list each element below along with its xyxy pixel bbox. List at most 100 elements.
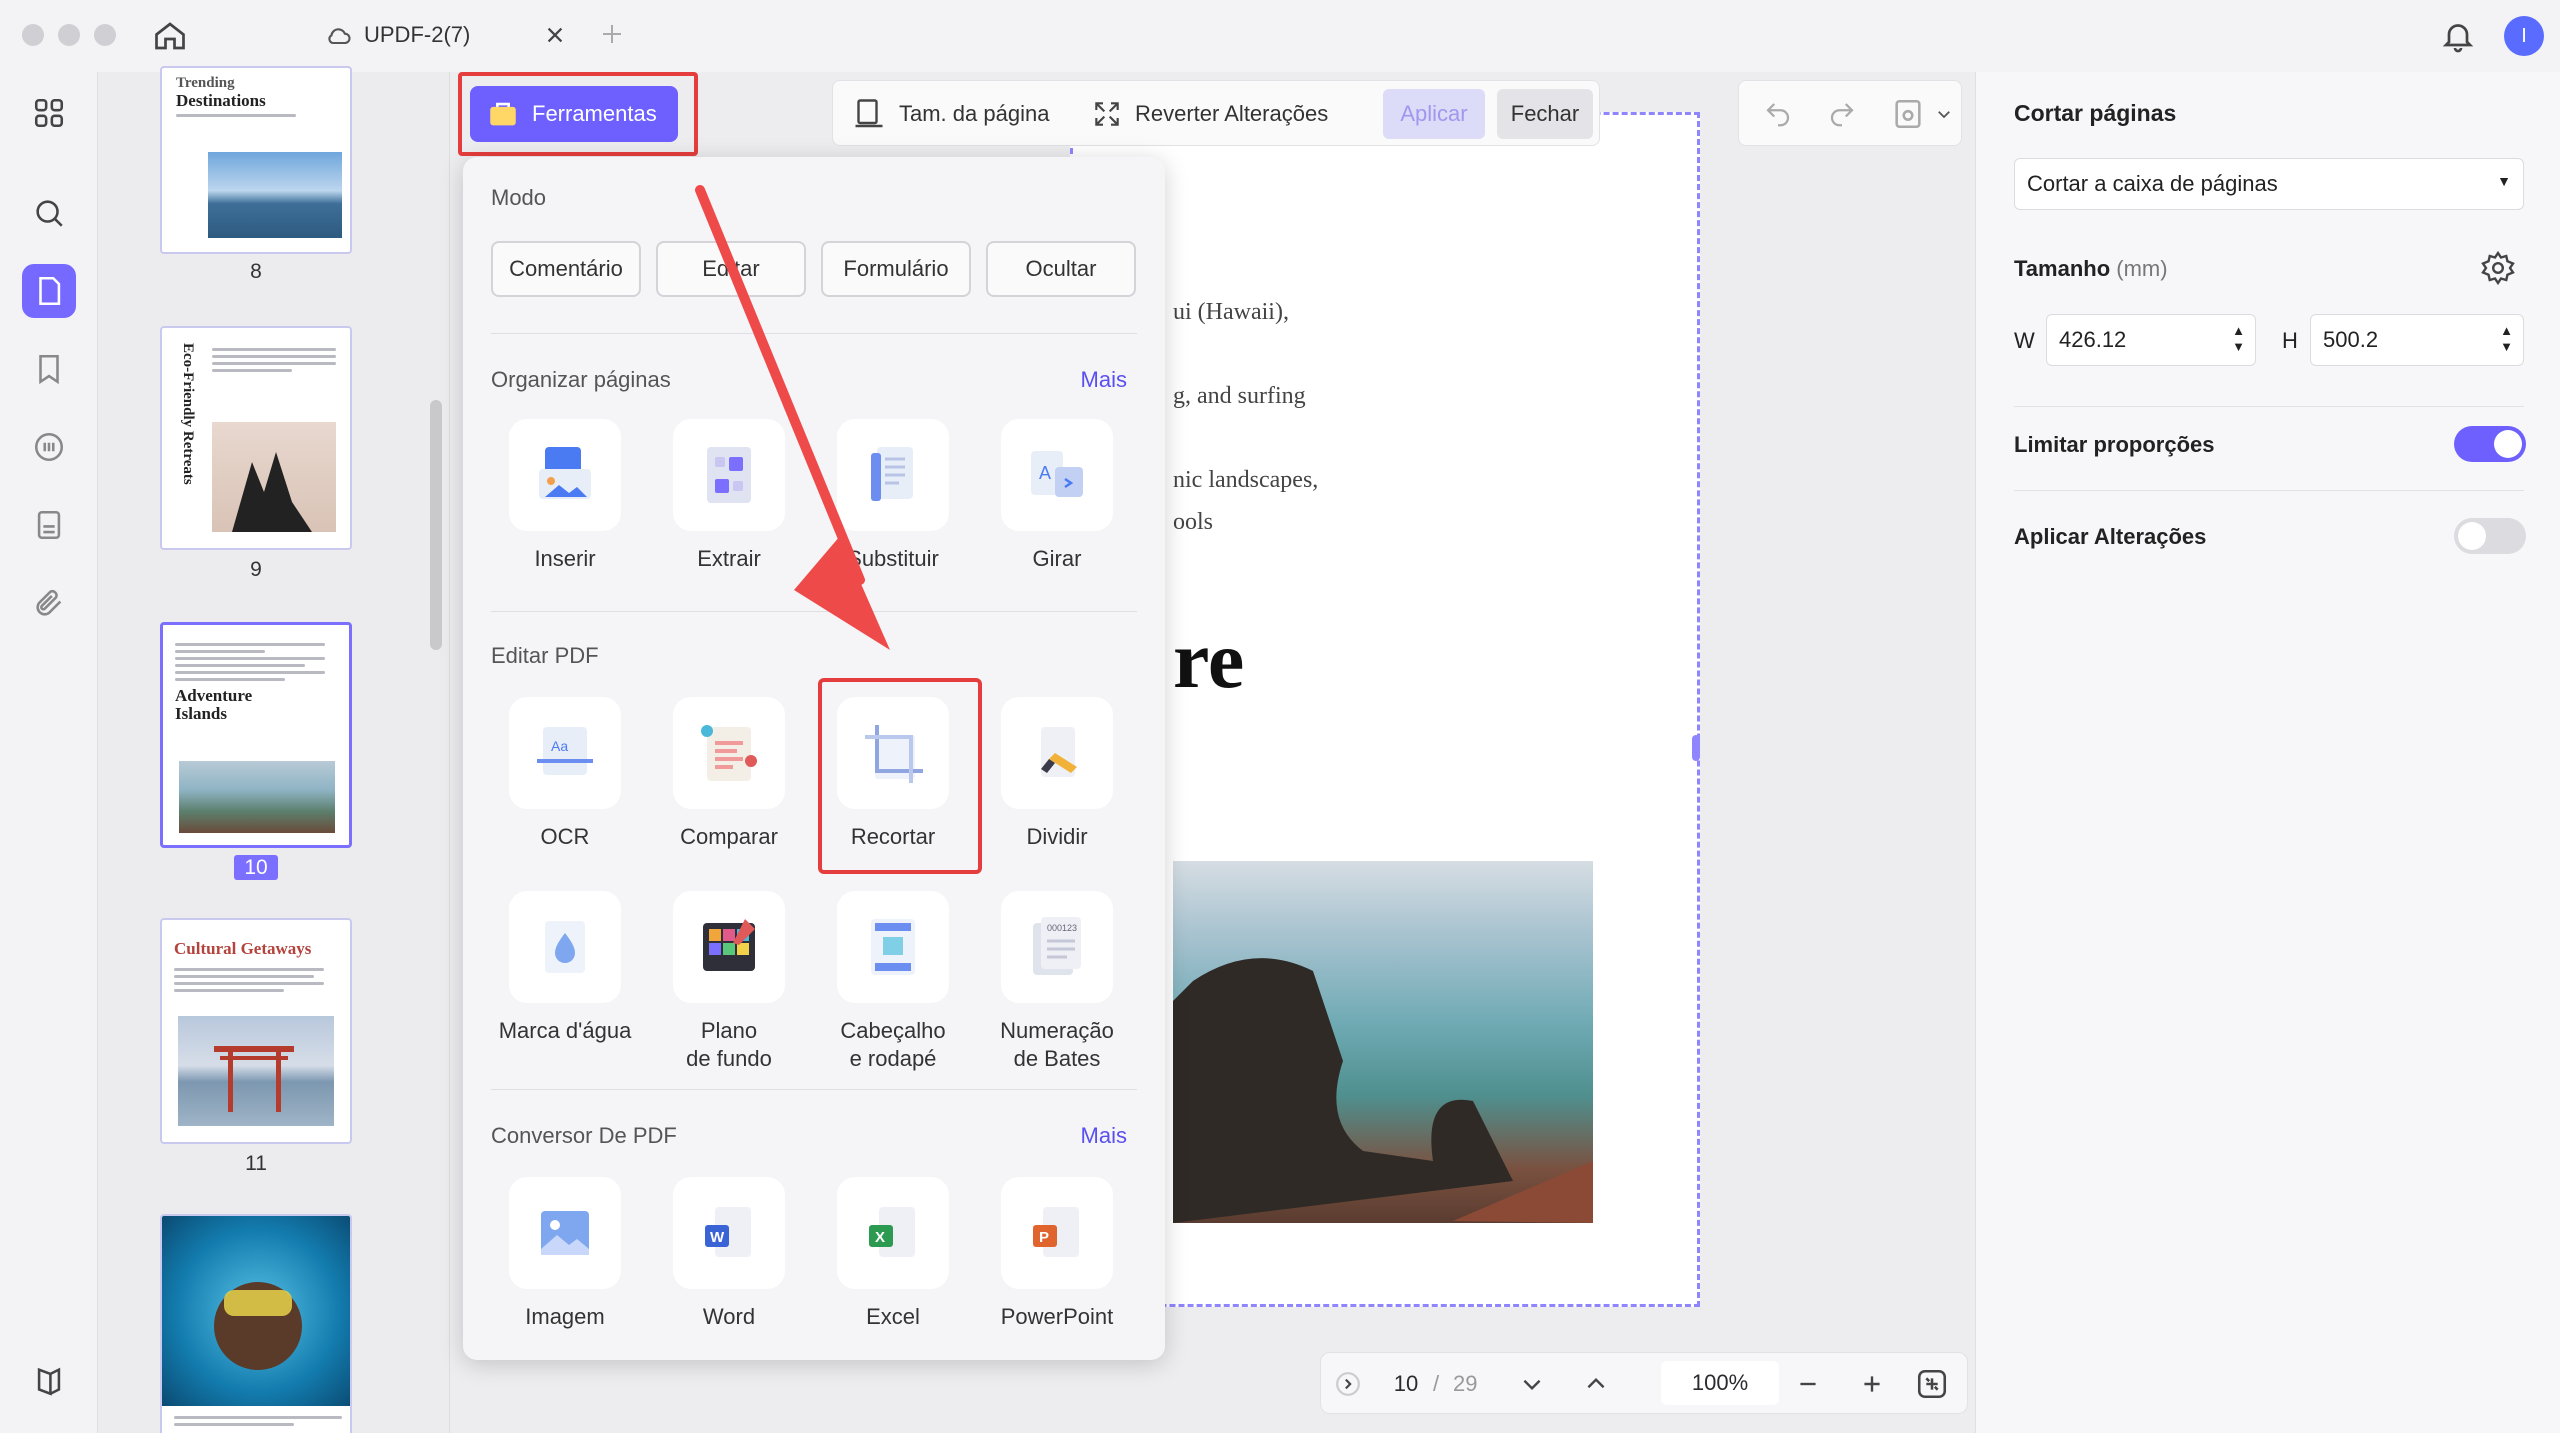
undo-icon[interactable] [1763,99,1793,129]
attachment-icon[interactable] [22,576,76,630]
svg-text:W: W [710,1229,725,1246]
revert-label: Reverter Alterações [1135,101,1329,126]
tool-bates-numbering[interactable]: 000123 Numeração de Bates [977,891,1137,1073]
header-footer-icon [837,891,949,1003]
organize-header: Organizar páginas [491,367,671,392]
tool-ocr[interactable]: Aa OCR [485,697,645,851]
stepper-icon[interactable]: ▲ ▼ [2500,323,2513,355]
home-icon[interactable] [152,18,188,54]
thumbnail-page-8[interactable]: Trending Destinations [160,66,352,254]
mode-comment-button[interactable]: Comentário [491,241,641,297]
tool-convert-powerpoint[interactable]: P PowerPoint [977,1177,1137,1331]
mode-header: Modo [491,185,547,210]
zoom-in-icon[interactable] [1859,1371,1885,1397]
search-icon[interactable] [22,186,76,240]
mode-redact-button[interactable]: Ocultar [986,241,1136,297]
height-input[interactable]: 500.2 ▲ ▼ [2310,314,2524,366]
tool-convert-word[interactable]: W Word [649,1177,809,1331]
close-button[interactable]: Fechar [1497,89,1593,139]
apply-changes-toggle[interactable] [2454,518,2526,554]
current-page-input[interactable]: 10 [1375,1363,1437,1405]
new-tab-icon[interactable] [600,22,624,46]
pages-icon[interactable] [22,264,76,318]
window-close-button[interactable] [22,24,44,46]
page-separator: / [1433,1371,1440,1396]
svg-text:A: A [1039,463,1051,483]
island-photo [208,152,342,238]
apply-button[interactable]: Aplicar [1383,89,1485,139]
thumbnail-scrollbar[interactable] [430,400,442,650]
thumb-page-number: 9 [250,558,262,581]
word-file-icon: W [673,1177,785,1289]
tools-button[interactable]: Ferramentas [470,86,678,142]
tool-watermark[interactable]: Marca d'água [485,891,645,1045]
crop-box-select[interactable]: Cortar a caixa de páginas ▼ [2014,158,2524,210]
converter-more-link[interactable]: Mais [1081,1123,1127,1149]
thumbnail-page-12[interactable] [160,1214,352,1433]
compare-icon [673,697,785,809]
bell-icon[interactable] [2440,18,2476,54]
chevron-right-icon[interactable] [1335,1371,1361,1397]
bookmark-icon[interactable] [22,342,76,396]
zoom-out-icon[interactable] [1795,1371,1821,1397]
width-value: 426.12 [2059,327,2127,352]
bates-numbering-icon: 000123 [1001,891,1113,1003]
comments-icon[interactable] [22,420,76,474]
thumb-page-number: 11 [245,1152,267,1175]
page-text-line: ui (Hawaii), [1173,299,1289,325]
document-tab[interactable]: UPDF-2(7) [300,12,580,60]
close-tab-icon[interactable] [544,24,566,46]
chevron-down-icon[interactable] [1935,105,1953,123]
crop-highlight-box [818,678,982,874]
lock-ratio-toggle[interactable] [2454,426,2526,462]
tool-convert-excel[interactable]: X Excel [813,1177,973,1331]
layers-icon[interactable] [22,1354,76,1408]
organize-more-link[interactable]: Mais [1081,367,1127,393]
thumbnail-page-10[interactable]: Adventure Islands [160,622,352,848]
title-bar: UPDF-2(7) I [0,0,2560,72]
tool-insert[interactable]: Inserir [485,419,645,573]
thumbnail-page-11[interactable]: Cultural Getaways [160,918,352,1144]
window-zoom-button[interactable] [94,24,116,46]
tool-header-footer[interactable]: Cabeçalho e rodapé [813,891,973,1073]
image-file-icon [509,1177,621,1289]
tool-rotate[interactable]: A Girar [977,419,1137,573]
zoom-level[interactable]: 100% [1661,1361,1779,1405]
previous-page-icon[interactable] [1583,1371,1609,1397]
window-minimize-button[interactable] [58,24,80,46]
tool-split[interactable]: Dividir [977,697,1137,851]
toolbox-icon [490,102,516,126]
expand-icon [1095,102,1119,126]
height-label: H [2282,328,2298,353]
width-label: W [2014,328,2035,353]
size-unit: (mm) [2116,256,2168,281]
split-icon [1001,697,1113,809]
revert-changes-button[interactable]: Reverter Alterações [1091,81,1328,147]
thumbnail-page-9[interactable]: Eco-Friendly Retreats [160,326,352,550]
next-page-icon[interactable] [1519,1371,1545,1397]
redo-icon[interactable] [1827,99,1857,129]
tool-background[interactable]: Plano de fundo [649,891,809,1073]
page-size-button[interactable]: Tam. da página [851,81,1049,147]
fit-page-icon[interactable] [1915,1367,1949,1401]
user-avatar[interactable]: I [2504,16,2544,56]
thumb-title: Islands [175,704,227,723]
left-rail [0,72,98,1433]
insert-icon [509,419,621,531]
thumb-title: Adventure [175,686,253,705]
form-fields-icon[interactable] [22,498,76,552]
crop-box-value: Cortar a caixa de páginas [2027,171,2278,196]
save-icon[interactable] [1891,97,1925,131]
tool-compare[interactable]: Comparar [649,697,809,851]
tool-convert-image[interactable]: Imagem [485,1177,645,1331]
gear-icon[interactable] [2480,250,2516,286]
background-icon [673,891,785,1003]
size-label: Tamanho (mm) [2014,256,2168,281]
sea-arch-photo [1173,861,1593,1223]
stepper-icon[interactable]: ▲ ▼ [2232,323,2245,355]
thumbnails-grid-icon[interactable] [22,86,76,140]
height-value: 500.2 [2323,327,2379,352]
crop-handle-right[interactable] [1692,735,1700,761]
width-input[interactable]: 426.12 ▲ ▼ [2046,314,2256,366]
powerpoint-file-icon: P [1001,1177,1113,1289]
